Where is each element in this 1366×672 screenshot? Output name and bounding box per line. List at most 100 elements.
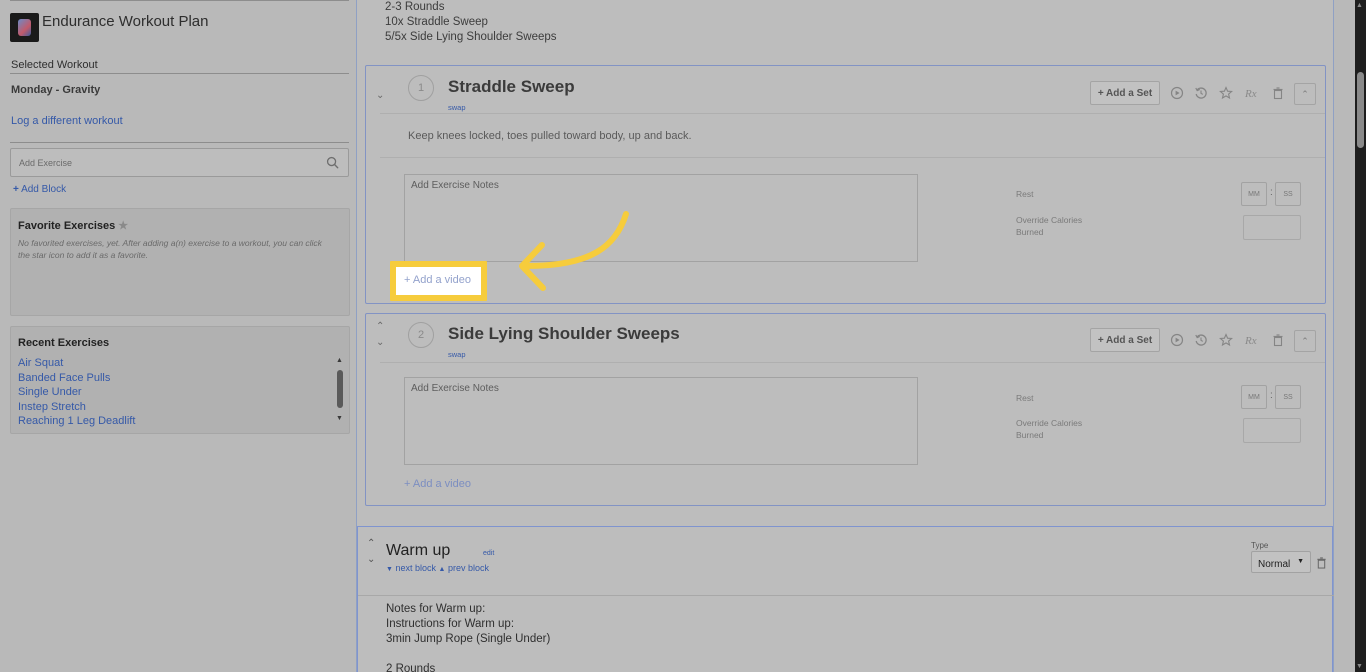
- block-navigation: ▼ next block ▲ prev block: [386, 563, 489, 573]
- logo-mark-icon: [18, 19, 31, 36]
- block-type-select[interactable]: Normal ▼: [1251, 551, 1311, 573]
- scroll-down-icon[interactable]: ▼: [336, 415, 343, 423]
- selected-workout-label: Selected Workout: [11, 59, 98, 71]
- favorites-empty-text: No favorited exercises, yet. After addin…: [18, 238, 322, 260]
- rx-icon[interactable]: Rx: [1245, 86, 1259, 100]
- swap-link[interactable]: swap: [448, 350, 466, 359]
- star-icon[interactable]: [1219, 333, 1233, 347]
- divider: [10, 73, 349, 74]
- collapse-button[interactable]: ⌃: [1294, 83, 1316, 105]
- page-scrollbar[interactable]: ▲ ▼: [1355, 0, 1366, 672]
- history-icon[interactable]: [1194, 333, 1208, 347]
- rest-label: Rest: [1016, 393, 1034, 403]
- favorite-exercises-title: Favorite Exercises ★: [18, 220, 129, 232]
- recent-exercises-panel: Recent Exercises Air Squat Banded Face P…: [10, 326, 350, 434]
- rest-minutes-input[interactable]: [1241, 385, 1267, 409]
- scroll-up-icon[interactable]: ▲: [1356, 2, 1363, 9]
- workout-editor: 2-3 Rounds 10x Straddle Sweep 5/5x Side …: [356, 0, 1334, 672]
- scroll-down-icon[interactable]: ▼: [1356, 663, 1363, 670]
- block-title: Warm up: [386, 542, 451, 559]
- next-block-link[interactable]: ▼ next block: [386, 563, 436, 573]
- caret-down-icon: ▼: [1297, 558, 1304, 565]
- divider: [380, 157, 1325, 158]
- prev-block-link[interactable]: ▲ prev block: [439, 563, 489, 573]
- play-icon[interactable]: [1170, 333, 1184, 347]
- trash-icon[interactable]: [1271, 333, 1285, 347]
- divider: [380, 113, 1325, 114]
- plan-title: Endurance Workout Plan: [42, 13, 209, 30]
- divider: [358, 595, 1334, 596]
- chevron-up-icon: ⌃: [1301, 89, 1309, 99]
- scroll-thumb[interactable]: [337, 370, 343, 408]
- block-type-label: Type: [1251, 541, 1269, 550]
- list-item[interactable]: Air Squat: [18, 356, 135, 371]
- add-block-link[interactable]: + Add Block: [13, 184, 66, 195]
- chevron-down-icon[interactable]: ⌄: [376, 338, 384, 348]
- chevron-up-icon: ⌃: [1301, 336, 1309, 346]
- exercise-title: Side Lying Shoulder Sweeps: [448, 324, 680, 343]
- exercise-number: 1: [408, 75, 434, 101]
- swap-link[interactable]: swap: [448, 103, 466, 112]
- block-notes: Notes for Warm up: Instructions for Warm…: [386, 603, 551, 672]
- trash-icon[interactable]: [1271, 86, 1285, 100]
- time-separator: :: [1270, 187, 1273, 198]
- exercise-card: ⌄ 1 Straddle Sweep swap + Add a Set Rx ⌃…: [365, 65, 1326, 304]
- divider: [380, 362, 1325, 363]
- caret-down-icon: ▼: [386, 566, 393, 573]
- edit-block-link[interactable]: edit: [483, 550, 494, 557]
- add-exercise-input[interactable]: [19, 155, 319, 171]
- list-item[interactable]: Instep Stretch: [18, 400, 135, 415]
- add-video-link[interactable]: + Add a video: [404, 274, 471, 286]
- recent-exercises-list: Air Squat Banded Face Pulls Single Under…: [18, 356, 135, 429]
- scroll-thumb[interactable]: [1357, 72, 1364, 148]
- svg-text:Rx: Rx: [1245, 88, 1257, 100]
- list-item[interactable]: Reaching 1 Leg Deadlift: [18, 414, 135, 429]
- recent-list-scrollbar[interactable]: ▲ ▼: [336, 357, 344, 423]
- list-item[interactable]: Single Under: [18, 385, 135, 400]
- add-video-link[interactable]: + Add a video: [404, 478, 471, 490]
- plus-icon: +: [13, 184, 19, 195]
- chevron-down-icon[interactable]: ⌄: [367, 555, 375, 565]
- rx-icon[interactable]: Rx: [1245, 333, 1259, 347]
- annotation-arrow-icon: [519, 211, 629, 291]
- add-set-button[interactable]: + Add a Set: [1090, 81, 1160, 105]
- star-icon[interactable]: [1219, 86, 1233, 100]
- history-icon[interactable]: [1194, 86, 1208, 100]
- chevron-up-icon[interactable]: ⌃: [367, 539, 375, 549]
- add-set-button[interactable]: + Add a Set: [1090, 328, 1160, 352]
- sidebar: Endurance Workout Plan Selected Workout …: [0, 0, 356, 672]
- add-exercise-search: [10, 148, 349, 177]
- rest-minutes-input[interactable]: [1241, 182, 1267, 206]
- divider: [10, 142, 349, 143]
- override-calories-input[interactable]: [1243, 215, 1301, 240]
- rest-seconds-input[interactable]: [1275, 385, 1301, 409]
- rest-seconds-input[interactable]: [1275, 182, 1301, 206]
- scroll-up-icon[interactable]: ▲: [336, 357, 343, 365]
- block-card: ⌃ ⌄ Warm up edit ▼ next block ▲ prev blo…: [357, 526, 1334, 672]
- exercise-notes-textarea[interactable]: [404, 174, 918, 262]
- trash-icon[interactable]: [1316, 557, 1327, 569]
- exercise-title: Straddle Sweep: [448, 77, 575, 96]
- rest-label: Rest: [1016, 189, 1034, 199]
- override-calories-label: Override Calories Burned: [1016, 418, 1083, 440]
- chevron-down-icon[interactable]: ⌄: [376, 91, 384, 101]
- collapse-button[interactable]: ⌃: [1294, 330, 1316, 352]
- star-icon: ★: [118, 220, 129, 232]
- search-icon[interactable]: [326, 156, 339, 169]
- log-different-workout-link[interactable]: Log a different workout: [11, 115, 123, 127]
- recent-exercises-title: Recent Exercises: [18, 337, 110, 349]
- override-calories-label: Override Calories Burned: [1016, 215, 1083, 237]
- chevron-up-icon[interactable]: ⌃: [376, 322, 384, 332]
- override-calories-input[interactable]: [1243, 418, 1301, 443]
- exercise-card: ⌃ ⌄ 2 Side Lying Shoulder Sweeps swap + …: [365, 313, 1326, 506]
- divider: [10, 0, 349, 1]
- previous-block-notes: 2-3 Rounds 10x Straddle Sweep 5/5x Side …: [385, 1, 557, 43]
- time-separator: :: [1270, 390, 1273, 401]
- play-icon[interactable]: [1170, 86, 1184, 100]
- app-logo: [10, 13, 39, 42]
- list-item[interactable]: Banded Face Pulls: [18, 371, 135, 386]
- favorite-exercises-panel: Favorite Exercises ★ No favorited exerci…: [10, 208, 350, 316]
- highlight-box: + Add a video: [390, 261, 487, 301]
- exercise-notes-textarea[interactable]: [404, 377, 918, 465]
- exercise-number: 2: [408, 322, 434, 348]
